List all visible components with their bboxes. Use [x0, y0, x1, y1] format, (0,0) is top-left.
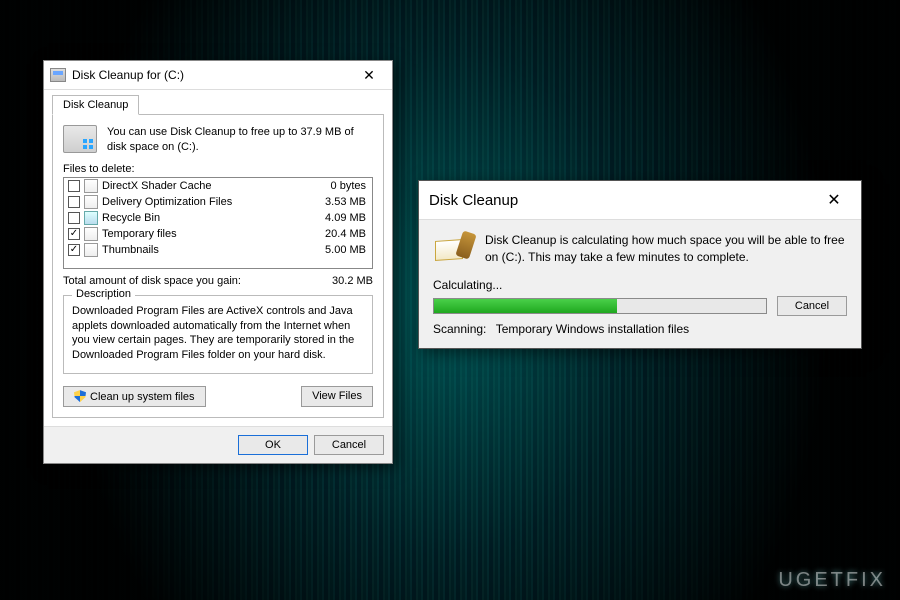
- close-button[interactable]: ✕: [352, 65, 386, 85]
- window-title: Disk Cleanup: [429, 192, 817, 209]
- titlebar[interactable]: Disk Cleanup for (C:) ✕: [44, 61, 392, 90]
- drive-icon: [50, 68, 66, 82]
- file-icon: [84, 243, 98, 257]
- progress-row: Cancel: [433, 296, 847, 316]
- scanning-row: Scanning: Temporary Windows installation…: [433, 322, 847, 336]
- checkbox[interactable]: [68, 196, 80, 208]
- cleanup-system-files-button[interactable]: Clean up system files: [63, 386, 206, 407]
- cancel-button[interactable]: Cancel: [777, 296, 847, 316]
- file-icon: [84, 227, 98, 241]
- titlebar[interactable]: Disk Cleanup ✕: [419, 181, 861, 219]
- item-size: 20.4 MB: [310, 228, 366, 240]
- description-group: Description Downloaded Program Files are…: [63, 295, 373, 374]
- calculating-label: Calculating...: [433, 278, 847, 292]
- total-value: 30.2 MB: [332, 275, 373, 287]
- list-item[interactable]: DirectX Shader Cache 0 bytes: [64, 178, 372, 194]
- intro-text: Disk Cleanup is calculating how much spa…: [485, 232, 847, 266]
- description-legend: Description: [72, 288, 135, 300]
- file-icon: [84, 179, 98, 193]
- disk-cleanup-dialog: Disk Cleanup for (C:) ✕ Disk Cleanup You…: [43, 60, 393, 464]
- list-item[interactable]: ✓ Temporary files 20.4 MB: [64, 226, 372, 242]
- scanning-label: Scanning:: [433, 322, 486, 336]
- watermark: UGETFIX: [778, 569, 886, 592]
- cleanup-icon: [433, 232, 473, 266]
- item-name: Delivery Optimization Files: [102, 196, 306, 208]
- item-size: 3.53 MB: [310, 196, 366, 208]
- file-list[interactable]: DirectX Shader Cache 0 bytes Delivery Op…: [63, 177, 373, 269]
- list-item[interactable]: ✓ Thumbnails 5.00 MB: [64, 242, 372, 258]
- item-size: 5.00 MB: [310, 244, 366, 256]
- total-label: Total amount of disk space you gain:: [63, 275, 332, 287]
- list-item[interactable]: Delivery Optimization Files 3.53 MB: [64, 194, 372, 210]
- disk-cleanup-calculating-dialog: Disk Cleanup ✕ Disk Cleanup is calculati…: [418, 180, 862, 349]
- button-label: Clean up system files: [90, 391, 195, 403]
- cancel-button[interactable]: Cancel: [314, 435, 384, 455]
- list-item[interactable]: Recycle Bin 4.09 MB: [64, 210, 372, 226]
- ok-button[interactable]: OK: [238, 435, 308, 455]
- tabstrip: Disk Cleanup: [44, 90, 392, 114]
- recycle-bin-icon: [84, 211, 98, 225]
- view-files-button[interactable]: View Files: [301, 386, 373, 407]
- drive-large-icon: [63, 125, 97, 153]
- item-size: 0 bytes: [310, 180, 366, 192]
- window-title: Disk Cleanup for (C:): [72, 68, 352, 82]
- description-text: Downloaded Program Files are ActiveX con…: [72, 304, 364, 363]
- checkbox[interactable]: ✓: [68, 228, 80, 240]
- checkbox[interactable]: ✓: [68, 244, 80, 256]
- dialog-footer: OK Cancel: [44, 426, 392, 463]
- files-to-delete-label: Files to delete:: [63, 163, 373, 175]
- item-name: Thumbnails: [102, 244, 306, 256]
- tab-disk-cleanup[interactable]: Disk Cleanup: [52, 95, 139, 115]
- panel-buttons: Clean up system files View Files: [63, 386, 373, 407]
- total-row: Total amount of disk space you gain: 30.…: [63, 275, 373, 287]
- intro-text: You can use Disk Cleanup to free up to 3…: [107, 125, 373, 155]
- intro-row: You can use Disk Cleanup to free up to 3…: [63, 125, 373, 155]
- intro-row: Disk Cleanup is calculating how much spa…: [433, 226, 847, 276]
- progress-fill: [434, 299, 617, 313]
- dialog-body: Disk Cleanup is calculating how much spa…: [419, 219, 861, 348]
- checkbox[interactable]: [68, 180, 80, 192]
- scanning-value: Temporary Windows installation files: [496, 322, 689, 336]
- close-button[interactable]: ✕: [817, 189, 851, 211]
- item-name: Temporary files: [102, 228, 306, 240]
- tab-panel: You can use Disk Cleanup to free up to 3…: [52, 114, 384, 418]
- file-icon: [84, 195, 98, 209]
- item-name: DirectX Shader Cache: [102, 180, 306, 192]
- shield-icon: [74, 390, 86, 402]
- progress-bar: [433, 298, 767, 314]
- checkbox[interactable]: [68, 212, 80, 224]
- item-name: Recycle Bin: [102, 212, 306, 224]
- item-size: 4.09 MB: [310, 212, 366, 224]
